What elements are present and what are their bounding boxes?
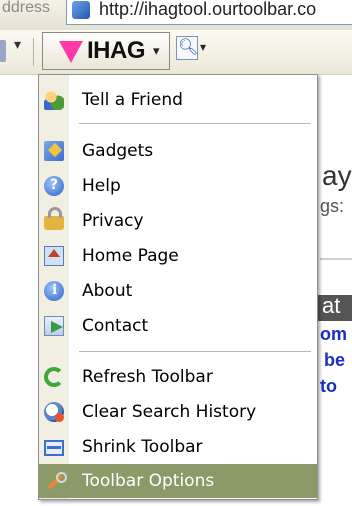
menu-item-gadgets[interactable]: Gadgets — [39, 134, 317, 168]
privacy-lock-icon — [44, 207, 64, 230]
ihag-toolbar: ▾ IHAG ▾ 🔍︎ ▾ — [0, 30, 352, 75]
about-info-icon — [44, 281, 64, 301]
menu-item-label: About — [82, 281, 133, 301]
ihag-toolbar-name: IHAG — [87, 37, 146, 64]
contact-mail-icon — [44, 316, 64, 336]
menu-item-label: Gadgets — [82, 141, 154, 161]
url-text: http://ihagtool.ourtoolbar.co — [99, 0, 317, 19]
background-link[interactable]: to — [320, 376, 337, 397]
menu-item-label: Shrink Toolbar — [82, 437, 203, 457]
background-page-heading: ay — [322, 160, 352, 191]
shrink-toolbar-icon — [44, 440, 64, 456]
address-label: ddress — [2, 0, 51, 16]
menu-item-label: Contact — [82, 316, 149, 336]
tell-a-friend-icon — [44, 90, 64, 110]
address-input[interactable]: http://ihagtool.ourtoolbar.co — [66, 0, 352, 25]
menu-item-toolbar-options[interactable]: Toolbar Options — [39, 464, 317, 498]
menu-separator — [79, 351, 311, 352]
background-link[interactable]: be — [324, 350, 345, 371]
background-divider — [320, 258, 352, 260]
magnifier-search-icon: 🔍︎ — [178, 39, 199, 56]
refresh-icon — [44, 367, 64, 387]
menu-item-label: Home Page — [82, 246, 179, 266]
menu-item-label: Clear Search History — [82, 402, 257, 422]
background-link[interactable]: om — [320, 324, 347, 345]
home-page-icon — [44, 246, 64, 266]
menu-item-label: Refresh Toolbar — [82, 367, 213, 387]
menu-item-label: Tell a Friend — [82, 90, 183, 110]
menu-item-shrink-toolbar[interactable]: Shrink Toolbar — [39, 430, 317, 464]
left-dropdown-arrow-icon[interactable]: ▾ — [14, 36, 21, 53]
menu-item-about[interactable]: About — [39, 274, 317, 308]
menu-item-label: Privacy — [82, 211, 144, 231]
page-favicon-icon — [72, 1, 90, 19]
menu-item-home-page[interactable]: Home Page — [39, 239, 317, 273]
background-page-subtext: gs: — [320, 196, 345, 216]
toolbar-grip-handle[interactable] — [0, 40, 6, 62]
background-bar-text: at — [322, 293, 341, 318]
search-button[interactable]: 🔍︎ — [176, 36, 198, 60]
menu-item-label: Help — [82, 176, 121, 196]
clear-history-icon — [44, 402, 64, 422]
background-dark-bar: at — [318, 293, 352, 321]
toolbar-options-icon — [44, 471, 67, 491]
menu-item-label: Toolbar Options — [82, 471, 215, 491]
chevron-down-icon: ▾ — [153, 43, 160, 58]
address-bar-strip: ddress http://ihagtool.ourtoolbar.co — [0, 0, 352, 31]
menu-item-refresh-toolbar[interactable]: Refresh Toolbar — [39, 360, 317, 394]
menu-item-privacy[interactable]: Privacy — [39, 204, 317, 238]
menu-item-tell-a-friend[interactable]: Tell a Friend — [39, 83, 317, 117]
menu-item-clear-search-history[interactable]: Clear Search History — [39, 395, 317, 429]
ihag-menu-button[interactable]: IHAG ▾ — [42, 32, 170, 70]
search-dropdown-arrow-icon[interactable]: ▾ — [200, 40, 206, 54]
menu-item-help[interactable]: Help — [39, 169, 317, 203]
menu-item-contact[interactable]: Contact — [39, 309, 317, 343]
ihag-dropdown-menu: Tell a Friend Gadgets Help Privacy Home … — [38, 74, 318, 500]
ihag-logo-icon — [59, 41, 83, 63]
menu-separator — [79, 123, 311, 124]
toolbar-separator — [33, 38, 34, 66]
gadgets-icon — [44, 141, 64, 161]
help-icon — [44, 176, 64, 196]
